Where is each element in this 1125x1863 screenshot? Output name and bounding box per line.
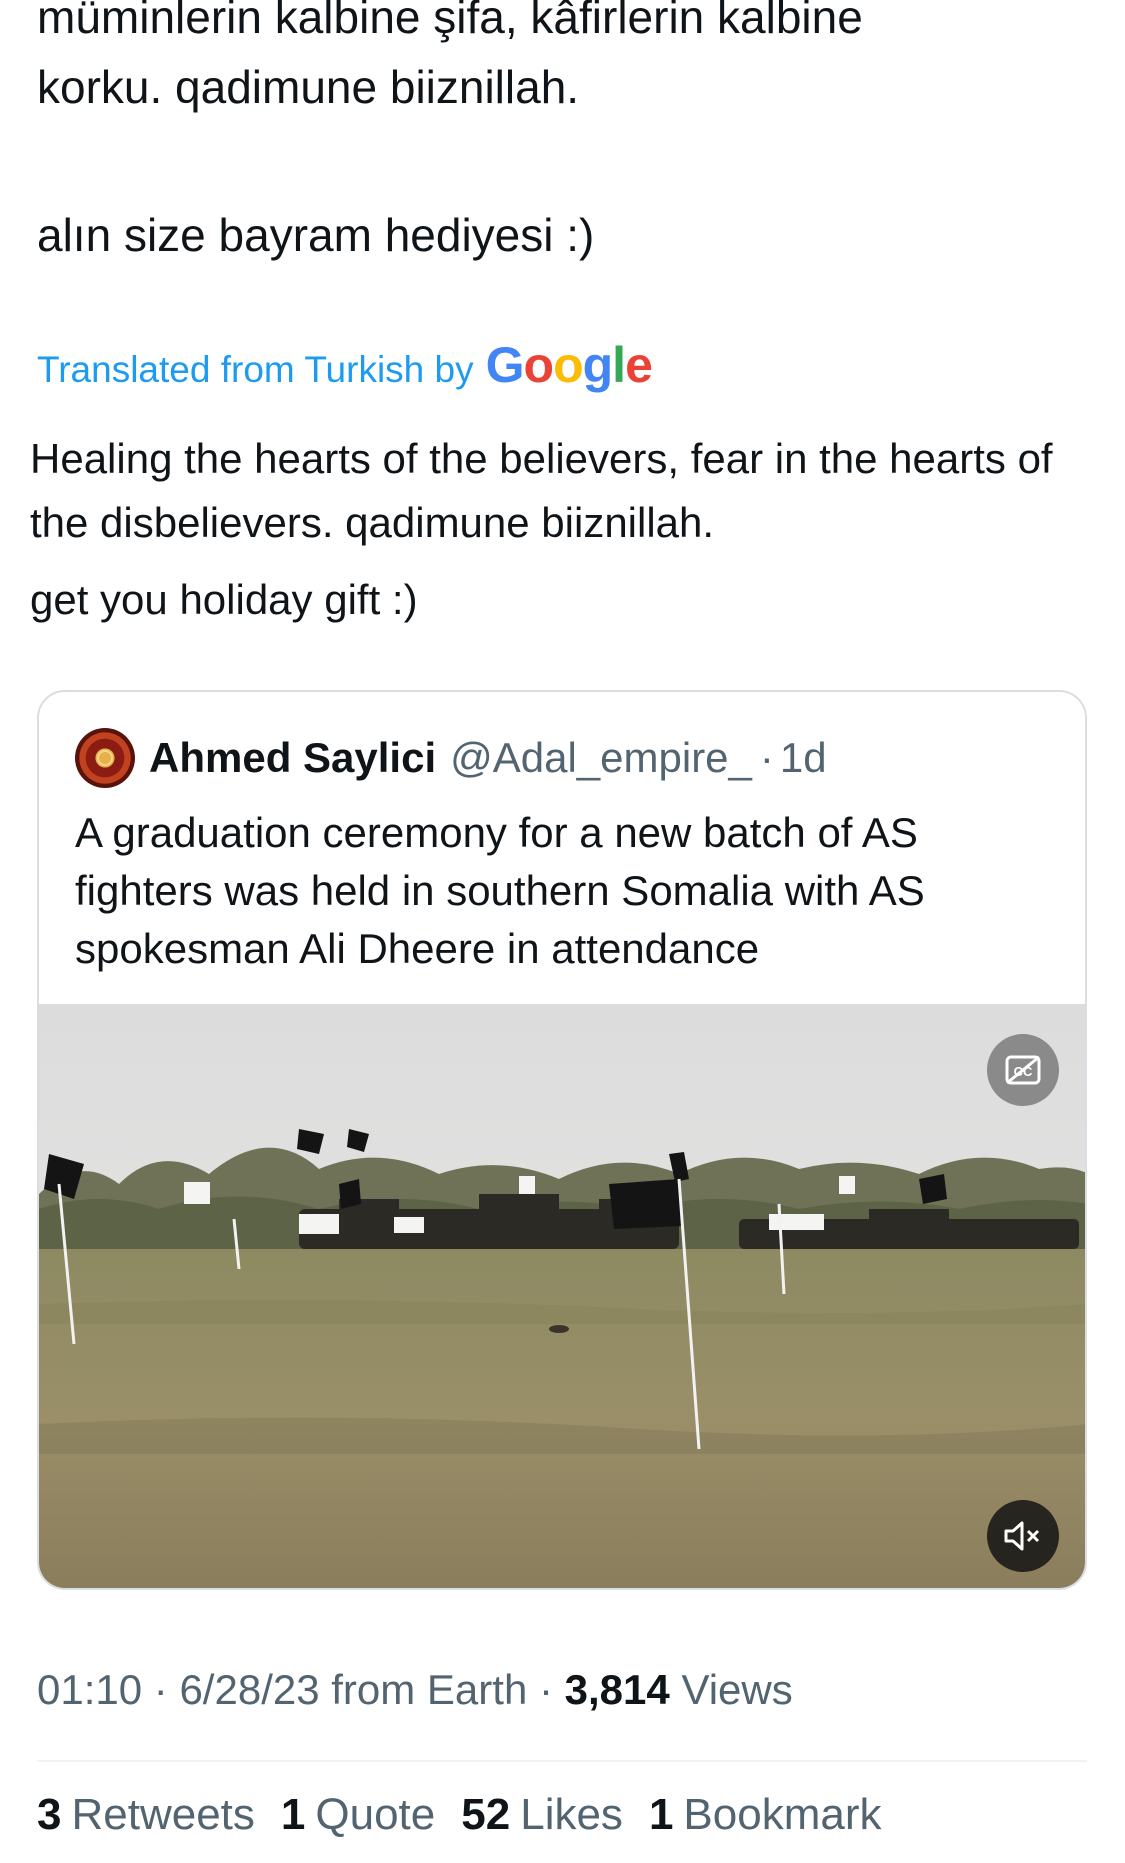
quoted-tweet-card[interactable]: Ahmed Saylici @Adal_empire_ · 1d A gradu… xyxy=(37,690,1087,1590)
tweet-translation-2: get you holiday gift :) xyxy=(30,576,418,623)
views-label: Views xyxy=(681,1666,793,1713)
quoted-tweet-text: A graduation ceremony for a new batch of… xyxy=(75,809,925,972)
google-logo: Google xyxy=(485,337,653,393)
quoted-author-name[interactable]: Ahmed Saylici xyxy=(149,734,436,782)
retweets-stat[interactable]: 3 Retweets xyxy=(37,1790,255,1840)
header-separator: · xyxy=(759,734,774,781)
likes-stat[interactable]: 52 Likes xyxy=(461,1790,623,1840)
meta-separator: · xyxy=(153,1666,168,1713)
views-count: 3,814 xyxy=(564,1666,670,1713)
likes-label: Likes xyxy=(520,1790,623,1839)
meta-separator-2: · xyxy=(538,1666,553,1713)
quoted-tweet-header: Ahmed Saylici @Adal_empire_ · 1d xyxy=(75,728,827,788)
tweet-original-text: müminlerin kalbine şifa, kâfirlerin kalb… xyxy=(37,0,863,113)
quoted-tweet-video[interactable]: CC xyxy=(39,1004,1085,1588)
tweet-translation: Healing the hearts of the believers, fea… xyxy=(30,435,1053,546)
video-frame xyxy=(39,1004,1085,1588)
quotes-label: Quote xyxy=(315,1790,436,1839)
bookmarks-label: Bookmark xyxy=(683,1790,882,1839)
likes-count: 52 xyxy=(461,1790,511,1839)
quoted-time-ago[interactable]: 1d xyxy=(780,734,827,782)
mute-glyph xyxy=(1004,1521,1040,1551)
quotes-stat[interactable]: 1 Quote xyxy=(281,1790,435,1840)
retweets-count: 3 xyxy=(37,1790,62,1839)
quotes-count: 1 xyxy=(280,1790,306,1839)
closed-captions-icon[interactable]: CC xyxy=(987,1034,1059,1106)
speaker-muted-icon[interactable] xyxy=(987,1500,1059,1572)
quoted-author-handle[interactable]: @Adal_empire_ xyxy=(450,734,752,782)
translated-from-label[interactable]: Translated from Turkish by xyxy=(37,349,474,391)
bookmarks-count: 1 xyxy=(648,1790,674,1839)
tweet-original-text-2: alın size bayram hediyesi :) xyxy=(37,209,595,261)
tweet-time[interactable]: 01:10 xyxy=(37,1666,142,1713)
engagement-stats: 3 Retweets 1 Quote 52 Likes 1 Bookmark xyxy=(37,1790,882,1840)
retweets-label: Retweets xyxy=(71,1790,255,1839)
emblem-avatar-icon[interactable] xyxy=(75,728,135,788)
divider xyxy=(37,1760,1087,1762)
tweet-date-source[interactable]: 6/28/23 from Earth xyxy=(179,1666,527,1713)
captions-glyph: CC xyxy=(1005,1055,1041,1085)
bookmarks-stat[interactable]: 1 Bookmark xyxy=(649,1790,882,1840)
translation-attribution[interactable]: Translated from Turkish by Google xyxy=(37,336,653,394)
tweet-meta: 01:10 · 6/28/23 from Earth · 3,814 Views xyxy=(37,1666,793,1714)
